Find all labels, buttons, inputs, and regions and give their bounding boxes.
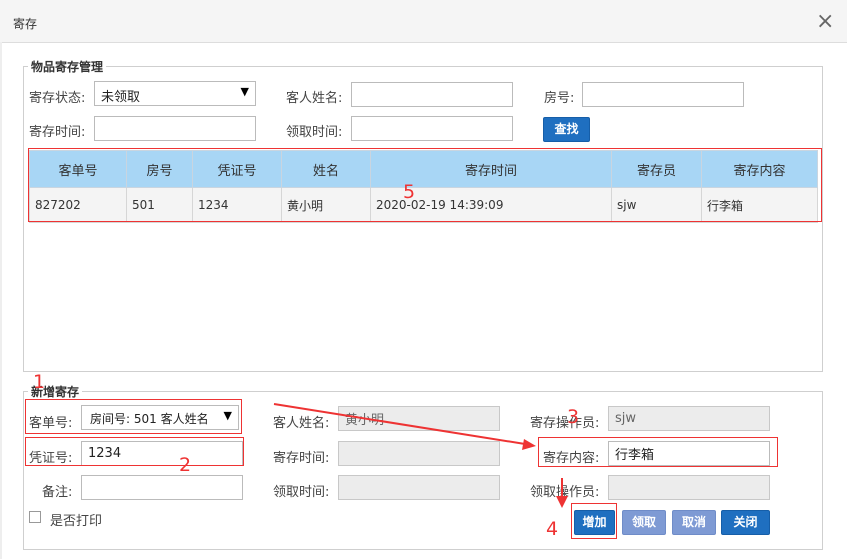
- order-select[interactable]: 房间号: 501 客人姓名 ▼: [81, 405, 239, 430]
- content-input[interactable]: [608, 441, 770, 466]
- pickup-operator-input: [608, 475, 770, 500]
- annotation-number: 3: [567, 406, 580, 428]
- table-cell: sjw: [611, 187, 702, 223]
- column-header[interactable]: 凭证号: [192, 150, 282, 188]
- deposit-time-label: 寄存时间:: [29, 125, 86, 140]
- dialog-titlebar: 寄存 ×: [0, 0, 847, 43]
- status-label: 寄存状态:: [29, 91, 86, 106]
- table-cell: 行李箱: [701, 187, 818, 223]
- search-button[interactable]: 查找: [543, 117, 590, 142]
- room-input[interactable]: [582, 82, 744, 107]
- deposit-time-input[interactable]: [94, 116, 256, 141]
- voucher-input[interactable]: [81, 441, 243, 466]
- close-icon[interactable]: ×: [816, 11, 834, 33]
- status-select-value: 未领取: [101, 90, 141, 105]
- pickup-time-label: 领取时间:: [286, 125, 343, 140]
- form-pickup-time-label: 领取时间:: [273, 485, 330, 500]
- cancel-button[interactable]: 取消: [672, 510, 716, 535]
- column-header[interactable]: 姓名: [281, 150, 371, 188]
- column-header[interactable]: 客单号: [29, 150, 127, 188]
- column-header[interactable]: 寄存内容: [701, 150, 818, 188]
- table-header-row: 客单号 房号 凭证号 姓名 寄存时间 寄存员 寄存内容: [29, 150, 818, 188]
- print-label: 是否打印: [50, 514, 103, 529]
- guest-name-input[interactable]: [351, 82, 513, 107]
- form-deposit-time-label: 寄存时间:: [273, 451, 330, 466]
- room-label: 房号:: [544, 91, 575, 106]
- close-button[interactable]: 关闭: [721, 510, 770, 535]
- annotation-number: 2: [179, 454, 192, 476]
- chevron-down-icon: ▼: [223, 409, 232, 422]
- dialog-frame-edge: [0, 42, 2, 559]
- operator-label: 寄存操作员:: [530, 416, 600, 431]
- table-cell: 827202: [29, 187, 127, 223]
- pickup-operator-label: 领取操作员:: [530, 485, 600, 500]
- order-select-value: 房间号: 501 客人姓名: [90, 412, 209, 426]
- annotation-number: 4: [546, 518, 559, 540]
- guest-name-label: 客人姓名:: [286, 91, 343, 106]
- dialog-title: 寄存: [13, 17, 38, 31]
- remark-input[interactable]: [81, 475, 243, 500]
- order-label: 客单号:: [29, 416, 73, 431]
- pickup-time-input[interactable]: [351, 116, 513, 141]
- table-row[interactable]: 827202 501 1234 黄小明 2020-02-19 14:39:09 …: [29, 187, 818, 223]
- voucher-label: 凭证号:: [29, 451, 73, 466]
- pickup-button[interactable]: 领取: [622, 510, 666, 535]
- table-cell: 1234: [192, 187, 282, 223]
- content-label: 寄存内容:: [543, 451, 600, 466]
- remark-label: 备注:: [42, 485, 73, 500]
- annotation-number: 5: [403, 181, 416, 203]
- column-header[interactable]: 寄存员: [611, 150, 702, 188]
- chevron-down-icon: ▼: [240, 85, 249, 98]
- form-guest-name-input: [338, 406, 500, 431]
- form-pickup-time-input: [338, 475, 500, 500]
- form-deposit-time-input: [338, 441, 500, 466]
- deposit-table: 客单号 房号 凭证号 姓名 寄存时间 寄存员 寄存内容 827202 501 1…: [29, 150, 818, 223]
- table-cell: 黄小明: [281, 187, 371, 223]
- status-select[interactable]: 未领取 ▼: [94, 81, 256, 106]
- search-legend: 物品寄存管理: [31, 60, 104, 74]
- print-checkbox[interactable]: [29, 511, 41, 523]
- operator-input: [608, 406, 770, 431]
- form-guest-name-label: 客人姓名:: [273, 416, 330, 431]
- table-cell: 501: [126, 187, 193, 223]
- annotation-number: 1: [33, 371, 46, 393]
- add-button[interactable]: 增加: [574, 510, 615, 535]
- column-header[interactable]: 房号: [126, 150, 193, 188]
